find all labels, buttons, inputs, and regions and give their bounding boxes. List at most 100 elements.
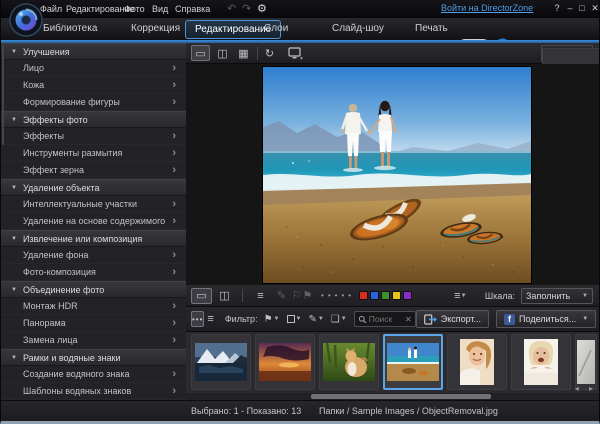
share-button[interactable]: f Поделиться... ▼ — [496, 310, 596, 328]
menu-view[interactable]: Вид — [149, 0, 171, 18]
export-label: Экспорт... — [441, 314, 481, 324]
chevron-right-icon: › — [172, 386, 176, 396]
scale-dropdown[interactable]: Заполнить ▼ — [521, 288, 593, 304]
search-input[interactable] — [369, 314, 403, 324]
tab-print[interactable]: Печать — [415, 18, 448, 40]
sidebar-scrollbar[interactable] — [2, 45, 4, 145]
sidebar-item-body-shaper[interactable]: Формирование фигуры › — [1, 94, 186, 111]
filmstrip-scrollbar-track[interactable] — [186, 393, 600, 400]
filmstrip-scrollbar-thumb[interactable] — [311, 394, 491, 399]
window-close-button[interactable]: ✕ — [589, 1, 600, 16]
grid-view-icon[interactable]: ▦ — [234, 45, 253, 61]
secondary-monitor-icon[interactable] — [283, 45, 307, 61]
tab-layers[interactable]: Слои — [264, 18, 288, 40]
brush-icon: ✎ — [271, 288, 292, 304]
single-compare-icon[interactable]: ▭ — [191, 288, 212, 304]
size-dot[interactable]: • — [341, 291, 344, 300]
sidebar-item-hdr-merge[interactable]: Монтаж HDR › — [1, 298, 186, 315]
undo-icon[interactable]: ↶ — [227, 1, 236, 17]
thumbnail-view-icon[interactable]: ••• — [191, 311, 204, 327]
rating-filter-icon[interactable]: ✎▼ — [308, 314, 323, 325]
color-label-filter-icon[interactable]: ▼ — [287, 315, 302, 323]
sidebar-item-watermark-templates[interactable]: Шаблоны водяных знаков › — [1, 383, 186, 400]
compare-view-icon[interactable]: ◫ — [213, 45, 232, 61]
section-enhancements[interactable]: ▼ Улучшения — [1, 43, 186, 60]
size-dot[interactable]: • — [328, 291, 331, 300]
menu-help[interactable]: Справка — [172, 0, 213, 18]
thumbnail-mountain-lake[interactable] — [191, 334, 251, 390]
share-label: Поделиться... — [519, 314, 576, 324]
collapse-triangle-icon: ▼ — [11, 49, 17, 55]
menu-photo[interactable]: Фото — [121, 0, 148, 18]
chevron-right-icon: › — [172, 165, 176, 175]
color-label-swatches — [359, 291, 412, 300]
collapse-triangle-icon: ▼ — [11, 287, 17, 293]
section-object-removal[interactable]: ▼ Удаление объекта — [1, 179, 186, 196]
size-dot[interactable]: • — [335, 291, 338, 300]
settings-gear-icon[interactable]: ⚙ — [257, 1, 267, 17]
filmstrip-nav-arrows[interactable]: ◂ ▸ — [575, 384, 597, 393]
sidebar-item-background-removal[interactable]: Удаление фона › — [1, 247, 186, 264]
sidebar-item-content-aware-removal[interactable]: Удаление на основе содержимого › — [1, 213, 186, 230]
thumbnail-smiling-woman[interactable] — [447, 334, 507, 390]
yellow-swatch[interactable] — [392, 291, 401, 300]
export-button[interactable]: Экспорт... — [416, 310, 489, 328]
window-minimize-button[interactable]: – — [564, 1, 576, 16]
sidebar-item-face-swap[interactable]: Замена лица › — [1, 332, 186, 349]
thumbnail-cat-grass[interactable] — [319, 334, 379, 390]
section-title: Эффекты фото — [23, 115, 88, 125]
sidebar-item-skin[interactable]: Кожа › — [1, 77, 186, 94]
sidebar-item-watermark-creator[interactable]: Создание водяного знака › — [1, 366, 186, 383]
brush-size-dots[interactable]: • • • • • — [321, 291, 351, 300]
clear-search-icon[interactable]: ✕ — [405, 315, 412, 324]
section-frames-watermarks[interactable]: ▼ Рамки и водяные знаки — [1, 349, 186, 366]
tab-slideshow[interactable]: Слайд-шоу — [332, 18, 384, 40]
caret-icon: ▼ — [296, 316, 302, 322]
thumbnail-laughing-woman[interactable] — [511, 334, 571, 390]
size-dot[interactable]: • — [321, 291, 324, 300]
chevron-right-icon: › — [172, 335, 176, 345]
thumbnail-partial[interactable] — [575, 334, 597, 390]
compare-tools-bar: ▭ ◫ ≡ ✎ ⚐⚑ • • • • • ≡▼ Шкала: Заполнить… — [186, 285, 600, 307]
sidebar-item-photo-composer[interactable]: Фото-композиция › — [1, 264, 186, 281]
search-box[interactable]: ✕ — [354, 311, 416, 327]
list-view-icon[interactable]: ≡ — [206, 311, 214, 327]
section-photo-merge[interactable]: ▼ Объединение фото — [1, 281, 186, 298]
item-label: Интеллектуальные участки — [23, 199, 137, 209]
thumbnail-beach-couple-selected[interactable] — [383, 334, 443, 390]
purple-swatch[interactable] — [403, 291, 412, 300]
thumbnail-sunset-clouds[interactable] — [255, 334, 315, 390]
window-maximize-button[interactable]: □ — [576, 1, 588, 16]
view-options-icon[interactable]: ≡▼ — [450, 288, 471, 304]
tab-adjustment[interactable]: Коррекция — [131, 18, 180, 40]
side-by-side-compare-icon[interactable]: ◫ — [214, 288, 235, 304]
rotate-icon[interactable]: ↻ — [260, 45, 279, 61]
window-help-button[interactable]: ? — [551, 1, 563, 16]
scale-value: Заполнить — [526, 291, 570, 301]
tab-library[interactable]: Библиотека — [43, 18, 97, 40]
redo-icon[interactable]: ↷ — [242, 1, 251, 17]
section-photo-effects[interactable]: ▼ Эффекты фото — [1, 111, 186, 128]
single-view-icon[interactable]: ▭ — [191, 45, 210, 61]
size-dot[interactable]: • — [348, 291, 351, 300]
caret-icon: ▼ — [461, 293, 467, 299]
section-extract-compose[interactable]: ▼ Извлечение или композиция — [1, 230, 186, 247]
chevron-right-icon: › — [172, 148, 176, 158]
stack-filter-icon[interactable]: ❏▼ — [331, 314, 347, 325]
history-lines-icon[interactable]: ≡ — [250, 288, 271, 304]
item-label: Создание водяного знака — [23, 369, 130, 379]
photo-viewer-canvas[interactable] — [186, 64, 600, 285]
sidebar-item-panorama[interactable]: Панорама › — [1, 315, 186, 332]
sidebar-item-smart-patch[interactable]: Интеллектуальные участки › — [1, 196, 186, 213]
red-swatch[interactable] — [359, 291, 368, 300]
sidebar-item-blur-tools[interactable]: Инструменты размытия › — [1, 145, 186, 162]
caret-icon: ▼ — [318, 316, 324, 322]
sidebar-item-grain-effect[interactable]: Эффект зерна › — [1, 162, 186, 179]
green-swatch[interactable] — [381, 291, 390, 300]
blue-swatch[interactable] — [370, 291, 379, 300]
section-title: Объединение фото — [23, 285, 104, 295]
sidebar-item-effects[interactable]: Эффекты › — [1, 128, 186, 145]
sidebar-item-face[interactable]: Лицо › — [1, 60, 186, 77]
flag-filter-icon[interactable]: ⚑▼ — [264, 314, 280, 325]
directorzone-login-link[interactable]: Войти на DirectorZone — [441, 3, 533, 13]
